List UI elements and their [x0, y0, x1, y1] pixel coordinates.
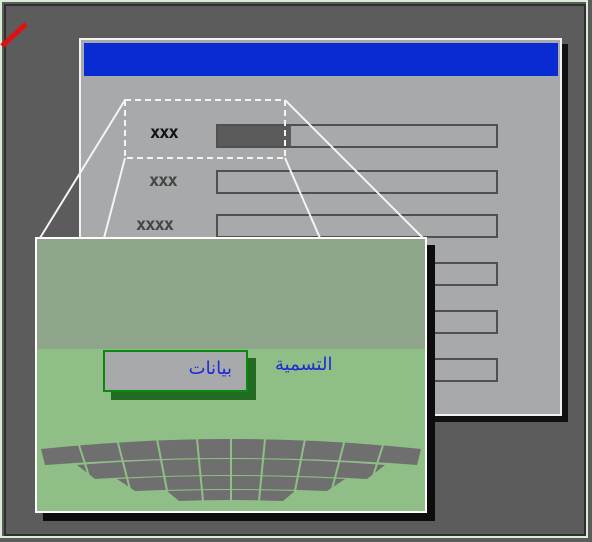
data-input-field[interactable]: بيانات — [103, 350, 248, 392]
zoom-callout — [39, 99, 424, 239]
illustration-root: xxx xxx xxxx بيانات التسمية — [0, 0, 592, 542]
field-caption: التسمية — [275, 354, 333, 375]
data-input-value: بيانات — [188, 358, 232, 379]
